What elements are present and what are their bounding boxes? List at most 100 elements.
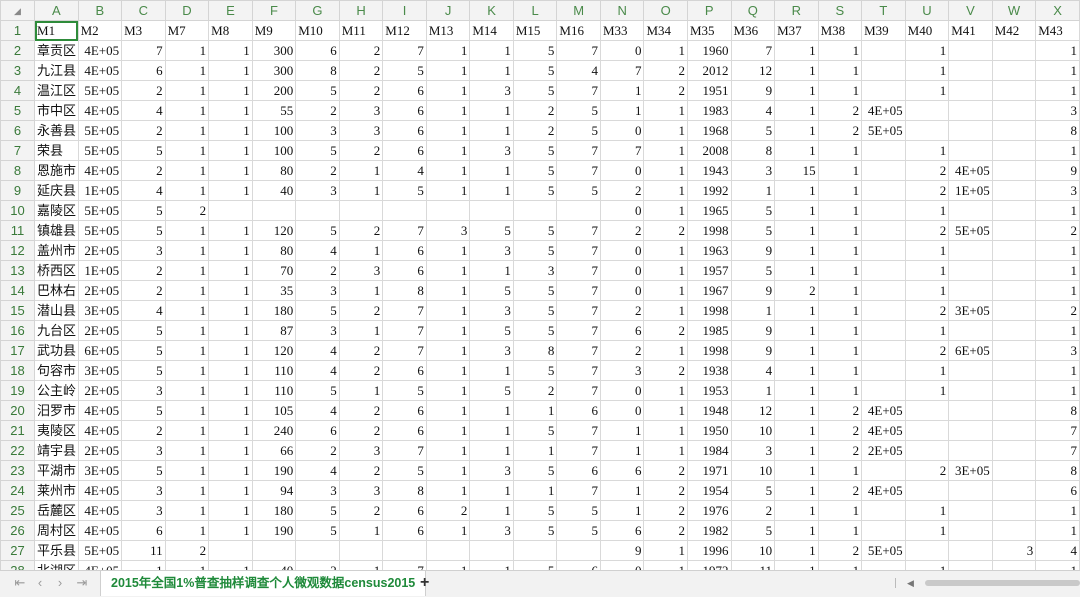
grid-cell[interactable]: 1 [904, 80, 950, 101]
grid-cell[interactable]: 5 [556, 520, 601, 541]
grid-cell[interactable]: 4E+05 [77, 520, 123, 541]
grid-cell[interactable]: 5 [512, 560, 558, 570]
grid-cell[interactable]: 1 [1035, 500, 1080, 521]
grid-cell[interactable]: 3 [295, 120, 340, 141]
grid-cell[interactable]: 120 [251, 340, 297, 361]
grid-cell[interactable] [251, 200, 297, 221]
grid-cell[interactable]: 2 [599, 340, 645, 361]
grid-cell[interactable]: 延庆县 [34, 180, 79, 201]
grid-cell[interactable]: 1E+05 [948, 180, 993, 201]
grid-cell[interactable]: 汨罗市 [34, 400, 79, 421]
grid-cell[interactable]: 1 [817, 500, 863, 521]
grid-cell[interactable]: 0 [599, 120, 645, 141]
grid-cell[interactable]: 1938 [687, 360, 732, 381]
first-sheet-icon[interactable]: ⇤ [12, 575, 28, 591]
grid-cell[interactable]: 6 [382, 100, 427, 121]
grid-cell[interactable]: 5 [730, 480, 776, 501]
row-header[interactable]: 22 [0, 440, 36, 461]
grid-cell[interactable]: 6 [382, 400, 427, 421]
grid-cell[interactable]: M7 [164, 20, 210, 41]
grid-cell[interactable]: 1967 [687, 280, 732, 301]
grid-cell[interactable]: 7 [556, 80, 601, 101]
grid-cell[interactable]: M36 [730, 20, 776, 41]
grid-cell[interactable]: 1 [208, 320, 253, 341]
grid-cell[interactable]: 40 [251, 180, 297, 201]
grid-cell[interactable]: 2 [121, 120, 166, 141]
grid-cell[interactable]: 6 [382, 520, 427, 541]
grid-cell[interactable]: 40 [251, 560, 297, 570]
grid-cell[interactable]: 平乐县 [34, 540, 79, 561]
grid-cell[interactable]: 3 [121, 500, 166, 521]
row-header[interactable]: 23 [0, 460, 36, 481]
grid-cell[interactable] [469, 540, 514, 561]
grid-cell[interactable]: 1 [817, 160, 863, 181]
grid-cell[interactable]: 1 [164, 380, 210, 401]
grid-cell[interactable] [556, 200, 601, 221]
grid-cell[interactable]: 2 [338, 420, 384, 441]
grid-cell[interactable]: 2 [338, 360, 384, 381]
grid-cell[interactable]: 4E+05 [861, 420, 906, 441]
grid-cell[interactable]: 1 [469, 500, 514, 521]
grid-cell[interactable]: 1 [164, 140, 210, 161]
grid-cell[interactable] [991, 100, 1037, 121]
grid-cell[interactable]: 2E+05 [77, 280, 123, 301]
grid-cell[interactable]: 5 [556, 100, 601, 121]
grid-cell[interactable]: 7 [382, 300, 427, 321]
grid-cell[interactable]: 5 [382, 180, 427, 201]
grid-cell[interactable]: 1 [208, 340, 253, 361]
grid-cell[interactable]: 2 [643, 60, 688, 81]
grid-cell[interactable]: 100 [251, 140, 297, 161]
grid-cell[interactable]: 2 [817, 420, 863, 441]
grid-cell[interactable]: 10 [730, 540, 776, 561]
grid-cell[interactable]: 1 [643, 280, 688, 301]
grid-cell[interactable]: 平湖市 [34, 460, 79, 481]
grid-cell[interactable]: 1 [425, 180, 471, 201]
grid-cell[interactable]: 2 [164, 200, 210, 221]
grid-cell[interactable]: 2 [817, 100, 863, 121]
grid-cell[interactable]: 1 [425, 560, 471, 570]
grid-cell[interactable]: 1 [774, 220, 819, 241]
grid-cell[interactable]: 80 [251, 240, 297, 261]
grid-cell[interactable]: 1 [904, 500, 950, 521]
grid-cell[interactable]: 1960 [687, 40, 732, 61]
grid-cell[interactable]: 70 [251, 260, 297, 281]
grid-cell[interactable]: 9 [730, 340, 776, 361]
grid-cell[interactable]: 6E+05 [77, 340, 123, 361]
grid-cell[interactable] [861, 260, 906, 281]
grid-cell[interactable]: 1 [774, 320, 819, 341]
grid-cell[interactable]: 1 [643, 240, 688, 261]
grid-cell[interactable]: 1 [817, 280, 863, 301]
grid-cell[interactable]: 5E+05 [77, 140, 123, 161]
column-header[interactable]: Q [730, 0, 776, 21]
grid-cell[interactable]: 1 [425, 400, 471, 421]
grid-cell[interactable]: 9 [730, 320, 776, 341]
grid-cell[interactable]: 1 [774, 80, 819, 101]
grid-cell[interactable]: 2E+05 [77, 320, 123, 341]
grid-cell[interactable] [861, 40, 906, 61]
grid-cell[interactable]: 5 [512, 220, 558, 241]
grid-cell[interactable] [208, 540, 253, 561]
grid-cell[interactable]: 5 [295, 300, 340, 321]
grid-cell[interactable]: 2 [338, 80, 384, 101]
row-header[interactable]: 24 [0, 480, 36, 501]
grid-cell[interactable]: 110 [251, 360, 297, 381]
grid-cell[interactable]: 5 [121, 400, 166, 421]
grid-cell[interactable] [251, 540, 297, 561]
column-header[interactable]: P [687, 0, 732, 21]
grid-cell[interactable]: 35 [251, 280, 297, 301]
grid-cell[interactable]: 2 [643, 220, 688, 241]
grid-cell[interactable]: 1 [643, 40, 688, 61]
grid-cell[interactable] [948, 320, 993, 341]
column-header[interactable]: F [251, 0, 297, 21]
grid-cell[interactable]: 1998 [687, 340, 732, 361]
grid-cell[interactable]: 7 [556, 320, 601, 341]
grid-cell[interactable]: 7 [556, 480, 601, 501]
column-header[interactable]: H [338, 0, 384, 21]
grid-cell[interactable]: 1943 [687, 160, 732, 181]
grid-cell[interactable]: 1 [774, 500, 819, 521]
grid-cell[interactable]: 7 [1035, 420, 1080, 441]
grid-cell[interactable]: 4 [121, 180, 166, 201]
grid-cell[interactable]: 1 [774, 40, 819, 61]
grid-cell[interactable] [991, 260, 1037, 281]
grid-cell[interactable]: 1972 [687, 560, 732, 570]
